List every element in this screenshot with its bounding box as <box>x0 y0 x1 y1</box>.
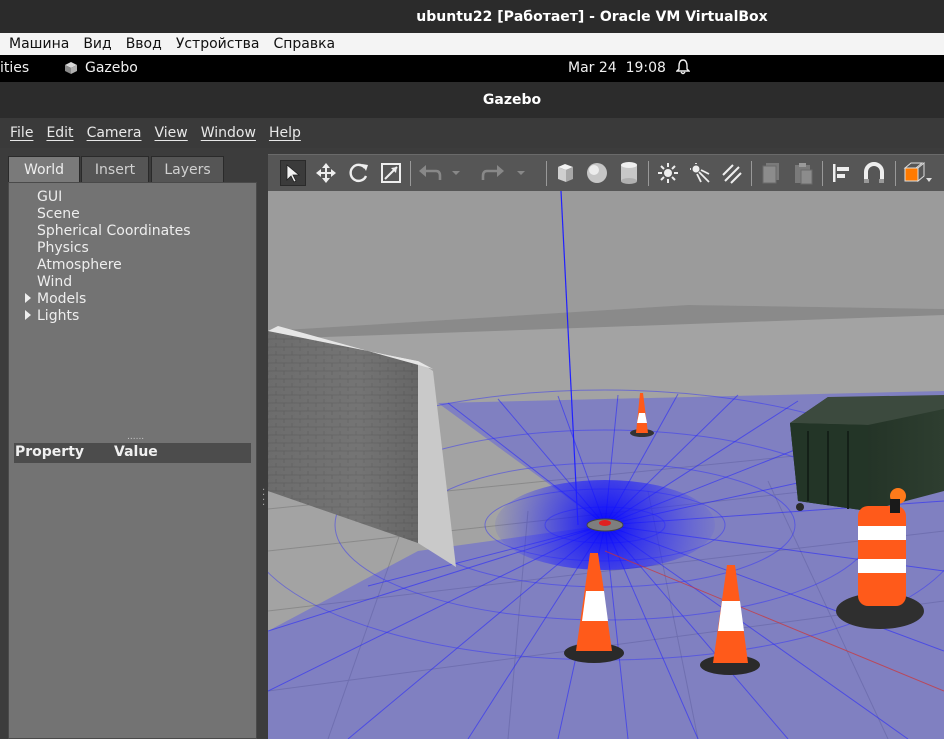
world-tree-panel: GUI Scene Spherical Coordinates Physics … <box>8 182 257 739</box>
vbox-menu-bar: Машина Вид Ввод Устройства Справка <box>0 33 944 55</box>
expand-arrow-icon[interactable] <box>25 310 31 320</box>
scale-icon[interactable] <box>378 160 404 186</box>
ubuntu-top-bar: ities Gazebo Mar 24 19:08 <box>0 55 944 82</box>
vbox-menu-input[interactable]: Ввод <box>126 36 162 52</box>
expand-arrow-icon[interactable] <box>25 293 31 303</box>
menu-file[interactable]: File <box>10 125 33 141</box>
bell-icon[interactable] <box>675 59 691 79</box>
snap-icon[interactable] <box>861 160 887 186</box>
tree-item-lights[interactable]: Lights <box>37 308 79 325</box>
menu-view[interactable]: View <box>155 125 188 141</box>
tree-item-gui[interactable]: GUI <box>37 189 62 206</box>
tree-item-atmosphere[interactable]: Atmosphere <box>37 257 122 274</box>
tab-layers[interactable]: Layers <box>151 156 224 182</box>
menu-edit[interactable]: Edit <box>46 125 73 141</box>
gazebo-title-text: Gazebo <box>482 92 542 108</box>
value-column-header[interactable]: Value <box>114 444 158 460</box>
rotate-icon[interactable] <box>346 160 372 186</box>
vbox-menu-help[interactable]: Справка <box>273 36 335 52</box>
tree-item-scene[interactable]: Scene <box>37 206 80 223</box>
redo-icon[interactable] <box>480 160 506 186</box>
tab-insert[interactable]: Insert <box>81 156 149 182</box>
tab-world[interactable]: World <box>8 156 80 182</box>
menu-camera[interactable]: Camera <box>87 125 142 141</box>
gazebo-toolbar <box>268 154 944 192</box>
vbox-title-text: ubuntu22 [Работает] - Oracle VM VirtualB… <box>416 8 768 25</box>
redo-dropdown-icon[interactable] <box>513 160 529 186</box>
undo-dropdown-icon[interactable] <box>448 160 464 186</box>
side-panel-grip[interactable]: · · · · <box>262 486 265 511</box>
tree-item-wind[interactable]: Wind <box>37 274 72 291</box>
toolbar-separator <box>751 161 752 186</box>
toolbar-separator <box>410 161 411 186</box>
toolbar-separator <box>895 161 896 186</box>
spot-light-icon[interactable] <box>687 160 713 186</box>
menu-help[interactable]: Help <box>269 125 301 141</box>
toolbar-separator <box>648 161 649 186</box>
paste-icon[interactable] <box>790 160 816 186</box>
clock[interactable]: Mar 24 19:08 <box>568 60 666 76</box>
app-menu-label: Gazebo <box>85 60 138 76</box>
select-arrow-icon[interactable] <box>280 160 306 186</box>
view-angle-icon[interactable] <box>901 160 933 186</box>
robot-model[interactable] <box>586 518 624 532</box>
menu-window[interactable]: Window <box>201 125 256 141</box>
vbox-menu-machine[interactable]: Машина <box>9 36 69 52</box>
align-icon[interactable] <box>828 160 854 186</box>
gazebo-menu-bar: File Edit Camera View Window Help <box>0 118 944 148</box>
gazebo-app-icon <box>65 62 77 74</box>
left-panel: World Insert Layers GUI Scene Spherical … <box>0 148 266 739</box>
activities-button[interactable]: ities <box>0 60 29 76</box>
tree-item-physics[interactable]: Physics <box>37 240 89 257</box>
copy-icon[interactable] <box>758 160 784 186</box>
vbox-menu-devices[interactable]: Устройства <box>176 36 260 52</box>
toolbar-separator <box>822 161 823 186</box>
scene-render[interactable] <box>268 191 944 739</box>
toolbar-separator <box>546 161 547 186</box>
tree-item-models[interactable]: Models <box>37 291 86 308</box>
tree-item-spherical-coordinates[interactable]: Spherical Coordinates <box>37 223 191 240</box>
app-menu-gazebo[interactable]: Gazebo <box>64 60 138 76</box>
undo-icon[interactable] <box>417 160 443 186</box>
cylinder-icon[interactable] <box>616 160 642 186</box>
translate-icon[interactable] <box>313 160 339 186</box>
dumpster-model[interactable] <box>790 395 944 511</box>
directional-light-icon[interactable] <box>719 160 745 186</box>
sphere-icon[interactable] <box>584 160 610 186</box>
point-light-icon[interactable] <box>655 160 681 186</box>
property-table-header: Property Value <box>14 443 251 463</box>
3d-viewport[interactable] <box>268 191 944 739</box>
vbox-window-title: ubuntu22 [Работает] - Oracle VM VirtualB… <box>0 0 944 33</box>
box-icon[interactable] <box>552 160 578 186</box>
vbox-menu-view[interactable]: Вид <box>83 36 111 52</box>
panel-splitter-handle[interactable]: ...... <box>127 432 144 442</box>
gazebo-window-title: Gazebo <box>0 82 944 118</box>
property-column-header[interactable]: Property <box>15 444 84 460</box>
